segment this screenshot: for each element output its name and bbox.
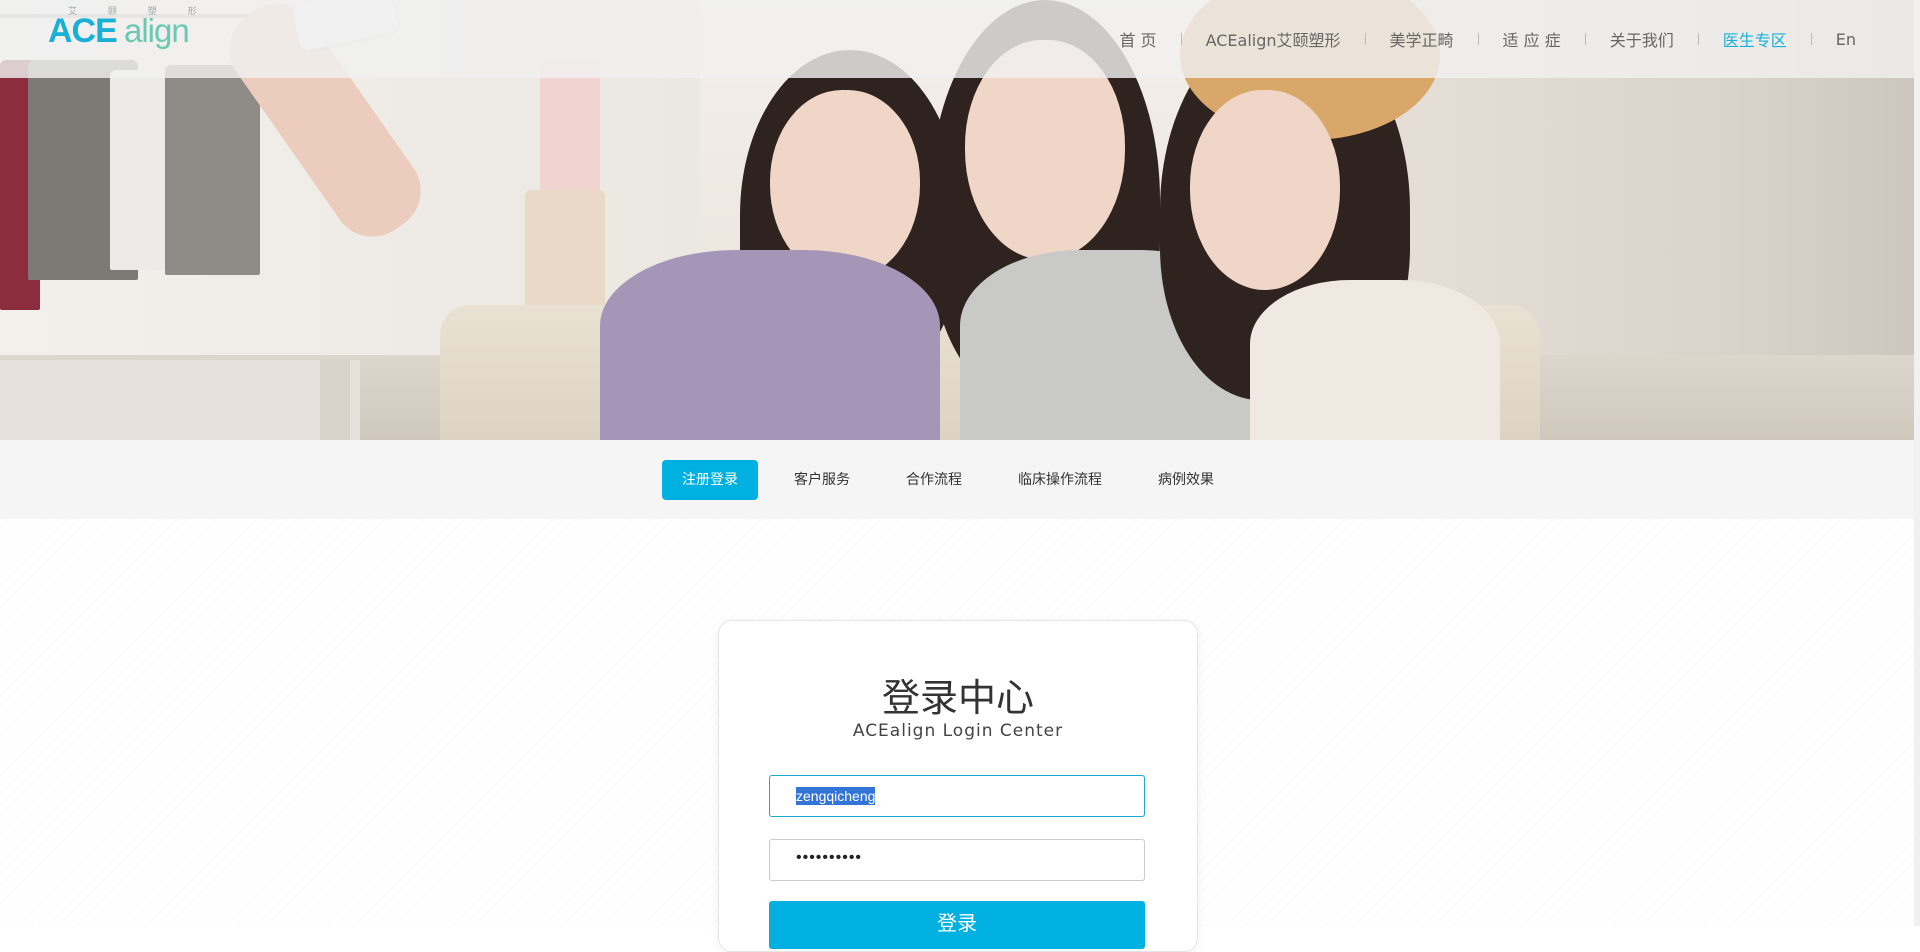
login-button[interactable]: 登录: [769, 901, 1145, 949]
top-header: 艾 颐 塑 形 ACE align 首 页 ACEalign艾颐塑形 美学正畸 …: [0, 0, 1920, 78]
username-input[interactable]: zengqicheng: [769, 775, 1145, 817]
nav-acealign[interactable]: ACEalign艾颐塑形: [1182, 27, 1365, 51]
username-value: zengqicheng: [796, 787, 876, 805]
hero-cloth-dark: [165, 65, 260, 275]
tab-case-results[interactable]: 病例效果: [1138, 460, 1234, 500]
tab-customer-service[interactable]: 客户服务: [774, 460, 870, 500]
login-subtitle: ACEalign Login Center: [852, 721, 1064, 741]
nav-about-us[interactable]: 关于我们: [1586, 27, 1698, 51]
nav-indications[interactable]: 适 应 症: [1479, 27, 1585, 51]
login-section: 登录中心 ACEalign Login Center zengqicheng •…: [0, 519, 1920, 952]
subnav-tabs: 注册登录 客户服务 合作流程 临床操作流程 病例效果: [662, 460, 1250, 500]
tab-cooperation-process[interactable]: 合作流程: [886, 460, 982, 500]
hero-cloth-beige: [525, 190, 605, 310]
main-nav: 首 页 ACEalign艾颐塑形 美学正畸 适 应 症 关于我们 医生专区 En: [1095, 26, 1880, 52]
hero-table-leg: [320, 360, 350, 440]
nav-home[interactable]: 首 页: [1095, 27, 1180, 51]
tab-register-login[interactable]: 注册登录: [662, 460, 758, 500]
tab-clinical-procedure[interactable]: 临床操作流程: [998, 460, 1122, 500]
hero-table: [0, 360, 360, 440]
hero-cloth-pink: [540, 60, 600, 200]
page-scrollbar[interactable]: [1914, 0, 1920, 926]
password-input[interactable]: ••••••••••: [769, 839, 1145, 881]
password-value: ••••••••••: [796, 849, 863, 866]
hero-cloth-white: [110, 70, 170, 270]
nav-language-en[interactable]: En: [1812, 30, 1880, 49]
login-card: 登录中心 ACEalign Login Center zengqicheng •…: [718, 620, 1198, 952]
doctor-subnav: 注册登录 客户服务 合作流程 临床操作流程 病例效果: [0, 440, 1920, 519]
logo-brand-align: align: [124, 12, 190, 49]
nav-doctor-zone[interactable]: 医生专区: [1699, 27, 1811, 51]
nav-aesthetic-orthodontics[interactable]: 美学正畸: [1366, 27, 1478, 51]
login-title: 登录中心: [881, 676, 1034, 720]
logo-brand-ace: ACE: [48, 12, 118, 50]
acealign-logo[interactable]: 艾 颐 塑 形 ACE align: [48, 4, 208, 74]
